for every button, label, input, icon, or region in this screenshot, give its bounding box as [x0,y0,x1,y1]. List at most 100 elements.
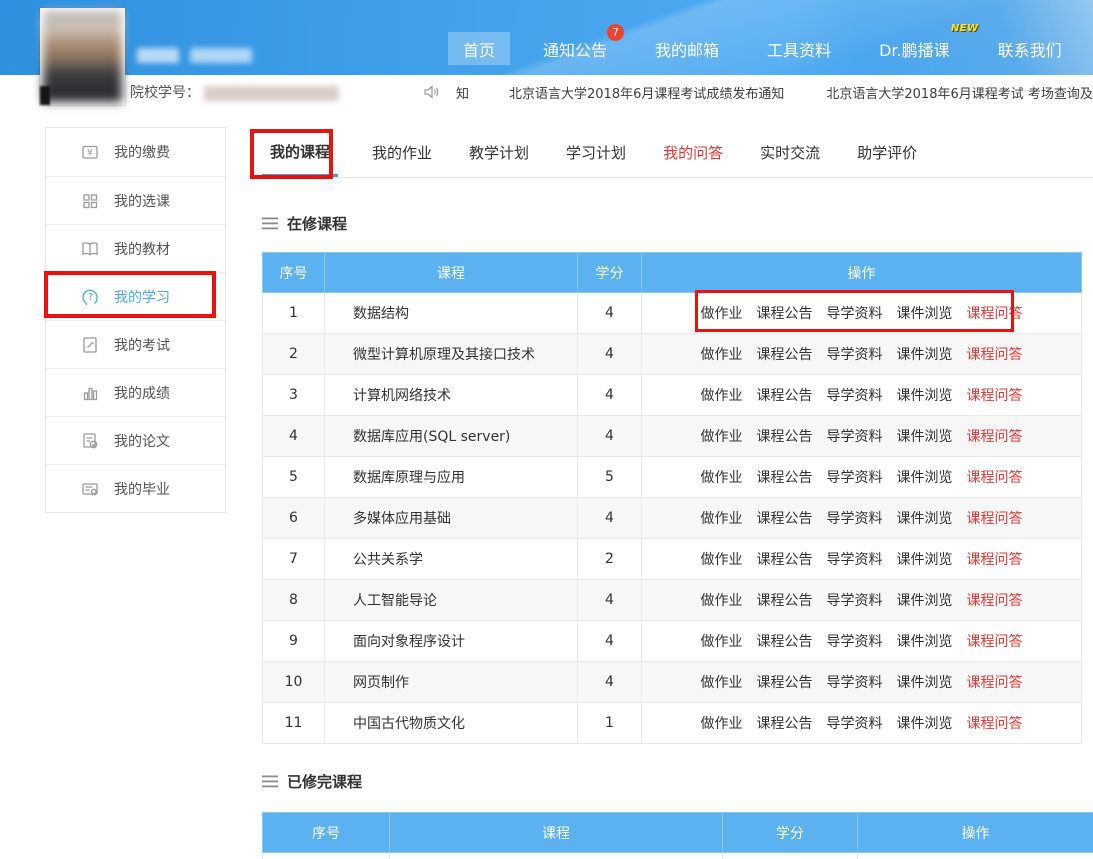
table-header-row: 序号 课程 学分 操作 [263,253,1082,293]
sidebar-item-study[interactable]: ? 我的学习 [46,272,225,320]
action-link-4[interactable]: 课程问答 [967,388,1023,404]
tab-my-homework[interactable]: 我的作业 [369,128,435,177]
action-link-1[interactable]: 课程公告 [757,347,813,363]
action-link-2[interactable]: 导学资料 [827,388,883,404]
action-link-0[interactable]: 做作业 [701,388,743,404]
action-link-0[interactable]: 做作业 [701,511,743,527]
action-link-1[interactable]: 课程公告 [757,470,813,486]
action-link-2[interactable]: 导学资料 [827,675,883,691]
table-row: 8 人工智能导论 4 做作业课程公告导学资料课件浏览课程问答 [263,580,1082,621]
speaker-icon [424,85,440,99]
action-link-3[interactable]: 课件浏览 [897,552,953,568]
sidebar-item-textbooks[interactable]: 我的教材 [46,224,225,272]
action-link-3[interactable]: 课件浏览 [897,306,953,322]
action-link-4[interactable]: 课程问答 [967,675,1023,691]
action-link-3[interactable]: 课件浏览 [897,593,953,609]
action-link-0[interactable]: 做作业 [701,552,743,568]
action-link-4[interactable]: 课程问答 [967,511,1023,527]
action-link-3[interactable]: 课件浏览 [897,511,953,527]
action-link-3[interactable]: 课件浏览 [897,675,953,691]
action-link-0[interactable]: 做作业 [701,675,743,691]
action-link-2[interactable]: 导学资料 [827,552,883,568]
action-link-2[interactable]: 导学资料 [827,716,883,732]
action-link-0[interactable]: 做作业 [701,347,743,363]
table-row [263,853,1093,859]
action-link-0[interactable]: 做作业 [701,716,743,732]
action-link-4[interactable]: 课程问答 [967,593,1023,609]
action-link-3[interactable]: 课件浏览 [897,429,953,445]
tab-tutoring-evaluation[interactable]: 助学评价 [854,128,920,177]
notice-link[interactable]: 北京语言大学2018年6月课程考试成绩发布通知 [509,83,784,102]
action-link-1[interactable]: 课程公告 [757,429,813,445]
action-link-4[interactable]: 课程问答 [967,429,1023,445]
action-link-4[interactable]: 课程问答 [967,716,1023,732]
action-link-2[interactable]: 导学资料 [827,470,883,486]
action-link-4[interactable]: 课程问答 [967,347,1023,363]
action-link-4[interactable]: 课程问答 [967,552,1023,568]
action-link-4[interactable]: 课程问答 [967,470,1023,486]
action-link-1[interactable]: 课程公告 [757,716,813,732]
nav-item-notices[interactable]: 通知公告7 [528,32,622,65]
col-header-no: 序号 [263,813,390,853]
action-link-2[interactable]: 导学资料 [827,634,883,650]
action-link-4[interactable]: 课程问答 [967,634,1023,650]
nav-item-dr-peng-class[interactable]: Dr.鹏播课NEW [864,32,965,65]
action-link-0[interactable]: 做作业 [701,470,743,486]
nav-item-contact-us[interactable]: 联系我们 [983,32,1077,65]
action-link-3[interactable]: 课件浏览 [897,634,953,650]
col-header-actions: 操作 [642,253,1082,293]
table-row: 2 微型计算机原理及其接口技术 4 做作业课程公告导学资料课件浏览课程问答 [263,334,1082,375]
course-no: 3 [263,375,325,416]
nav-item-tools[interactable]: 工具资料 [752,32,846,65]
table-row: 5 数据库原理与应用 5 做作业课程公告导学资料课件浏览课程问答 [263,457,1082,498]
tab-my-courses[interactable]: 我的课程 [262,128,338,177]
action-link-1[interactable]: 课程公告 [757,306,813,322]
notice-link[interactable]: 北京语言大学2018年6月课程考试 考场查询及注意事项 [826,83,1093,102]
col-header-credits: 学分 [578,253,642,293]
sidebar-item-course-selection[interactable]: 我的选课 [46,176,225,224]
nav-item-label: 联系我们 [998,37,1062,61]
action-link-0[interactable]: 做作业 [701,634,743,650]
sidebar-item-exams[interactable]: 我的考试 [46,320,225,368]
table-row: 1 数据结构 4 做作业课程公告导学资料课件浏览课程问答 [263,293,1082,334]
action-link-0[interactable]: 做作业 [701,593,743,609]
tab-study-plan[interactable]: 学习计划 [563,128,629,177]
nav-item-home[interactable]: 首页 [448,32,510,65]
tab-my-qa[interactable]: 我的问答 [660,128,726,177]
action-link-3[interactable]: 课件浏览 [897,347,953,363]
course-credit: 5 [578,457,642,498]
tab-teaching-plan[interactable]: 教学计划 [466,128,532,177]
action-link-1[interactable]: 课程公告 [757,388,813,404]
action-link-1[interactable]: 课程公告 [757,511,813,527]
course-name: 人工智能导论 [325,580,578,621]
action-link-2[interactable]: 导学资料 [827,306,883,322]
course-no: 11 [263,703,325,744]
action-link-3[interactable]: 课件浏览 [897,388,953,404]
course-credit: 4 [578,416,642,457]
course-no: 6 [263,498,325,539]
action-link-4[interactable]: 课程问答 [967,306,1023,322]
action-link-1[interactable]: 课程公告 [757,675,813,691]
action-link-2[interactable]: 导学资料 [827,511,883,527]
action-link-0[interactable]: 做作业 [701,429,743,445]
tab-realtime-chat[interactable]: 实时交流 [757,128,823,177]
course-credit: 2 [578,539,642,580]
nav-item-mailbox[interactable]: 我的邮箱 [640,32,734,65]
action-link-3[interactable]: 课件浏览 [897,716,953,732]
action-link-1[interactable]: 课程公告 [757,593,813,609]
sidebar-item-payments[interactable]: ¥ 我的缴费 [46,128,225,176]
document-check-icon [80,431,102,451]
main-nav: 首页 通知公告7 我的邮箱 工具资料 Dr.鹏播课NEW 联系我们 [448,32,1093,65]
action-link-1[interactable]: 课程公告 [757,552,813,568]
action-link-2[interactable]: 导学资料 [827,429,883,445]
action-link-3[interactable]: 课件浏览 [897,470,953,486]
sidebar-item-graduation[interactable]: 我的毕业 [46,464,225,512]
action-link-2[interactable]: 导学资料 [827,593,883,609]
course-name: 面向对象程序设计 [325,621,578,662]
sidebar-item-grades[interactable]: 我的成绩 [46,368,225,416]
list-icon [262,217,278,230]
action-link-1[interactable]: 课程公告 [757,634,813,650]
sidebar-item-thesis[interactable]: 我的论文 [46,416,225,464]
action-link-0[interactable]: 做作业 [701,306,743,322]
action-link-2[interactable]: 导学资料 [827,347,883,363]
